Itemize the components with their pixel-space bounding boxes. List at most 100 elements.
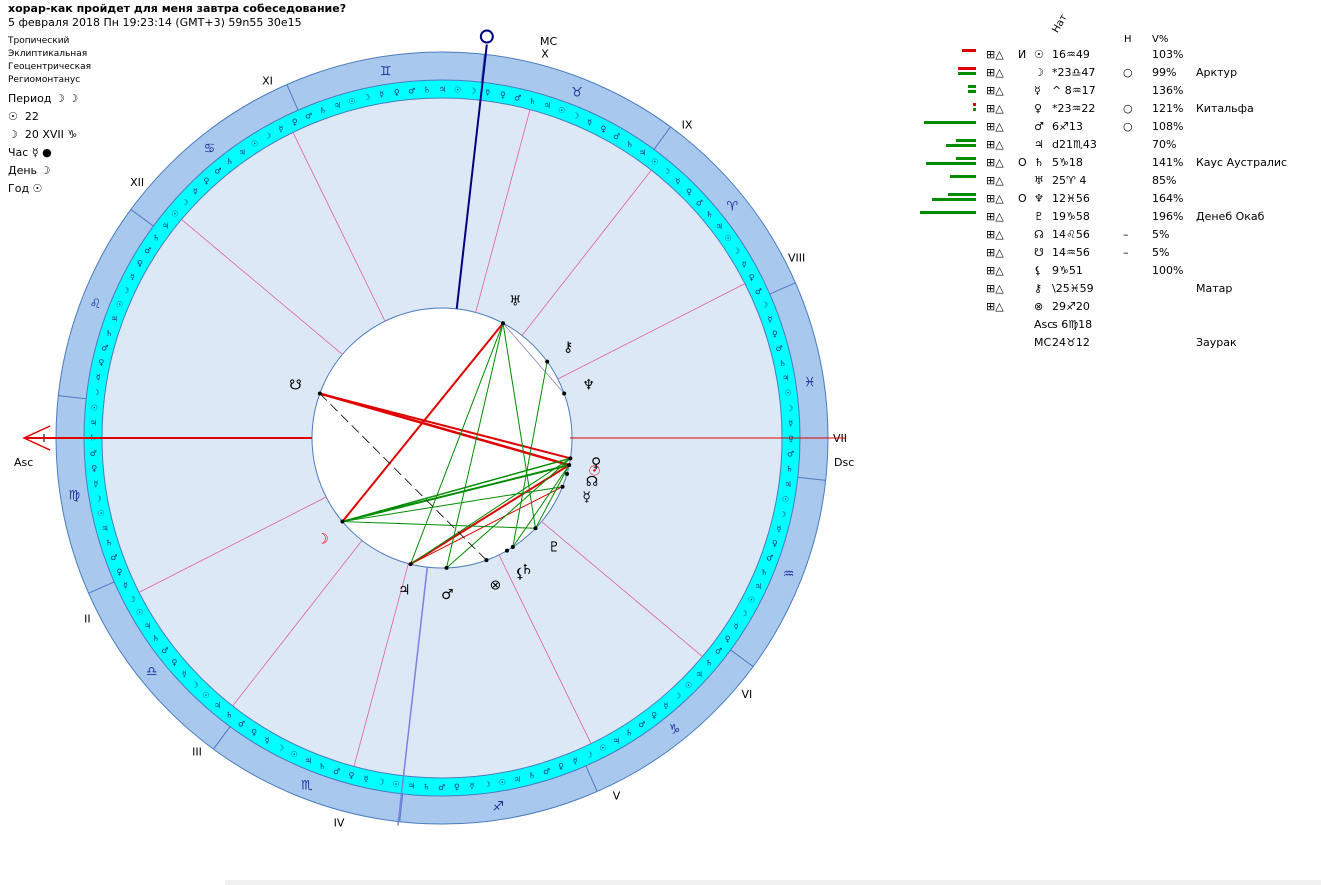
decan-glyph: ☿: [788, 419, 793, 428]
decan-glyph: ☿: [279, 124, 284, 133]
dignity-icons: ⊞△: [986, 264, 1004, 277]
strength-value: 5%: [1152, 228, 1170, 241]
planet-row: ⊞△ ♅ 25♈ 4 85%: [900, 172, 1320, 190]
decan-glyph: ♂: [144, 246, 151, 255]
decan-glyph: ☿: [664, 702, 669, 711]
dsc-label: Dsc: [834, 456, 854, 469]
decan-glyph: ☽: [586, 750, 593, 759]
decan-glyph: ♃: [334, 101, 341, 110]
planet-symbol: ♂: [1034, 120, 1044, 133]
planet-symbol: ♃: [1034, 138, 1044, 151]
strength-bar: [958, 67, 976, 70]
decan-glyph: ♂: [715, 647, 722, 656]
decan-glyph: ♃: [639, 148, 646, 157]
decan-glyph: ☽: [363, 93, 370, 102]
planet-glyph: ⚸: [515, 566, 525, 582]
decan-glyph: ♂: [776, 344, 783, 353]
decan-glyph: ☿: [742, 260, 747, 269]
decan-glyph: ♀: [454, 783, 460, 792]
decan-glyph: ♄: [423, 85, 430, 94]
planet-table: Нат H V% ⊞△ И ☉ 16♒49 103% ⊞△ ☽ *23♎47 ○ 99% Аркту…: [900, 13, 1320, 360]
sign-glyph: ♌: [90, 297, 102, 312]
decan-glyph: ☉: [782, 495, 789, 504]
strength-bar: [956, 139, 976, 142]
decan-glyph: ♄: [529, 97, 536, 106]
planet-glyph: ☽: [316, 531, 329, 547]
decan-glyph: ♄: [528, 771, 535, 780]
strength-value: 141%: [1152, 156, 1184, 169]
decan-glyph: ☉: [558, 106, 565, 115]
decan-glyph: ☉: [685, 681, 692, 690]
planet-position: 16♒49: [1052, 48, 1090, 61]
planet-symbol: ♄: [1034, 156, 1044, 169]
decan-glyph: ☉: [651, 157, 658, 166]
decan-glyph: ☽: [129, 595, 136, 604]
dignity-icons: ⊞△: [986, 210, 1004, 223]
decan-glyph: ♄: [706, 210, 713, 219]
planet-position: ^ 8♒17: [1052, 84, 1096, 97]
strength-value: 85%: [1152, 174, 1177, 187]
strength-value: 103%: [1152, 48, 1184, 61]
planet-point: [562, 391, 567, 396]
decan-glyph: ☽: [674, 692, 681, 701]
decan-glyph: ☉: [724, 234, 731, 243]
decan-glyph: ☽: [191, 681, 198, 690]
decan-glyph: ♃: [111, 314, 118, 323]
decan-glyph: ♃: [544, 101, 551, 110]
strength-value: 5%: [1152, 246, 1170, 259]
decan-glyph: ♂: [696, 198, 703, 207]
sign-glyph: ♉: [571, 85, 583, 100]
planet-position: s 6♍18: [1052, 318, 1093, 331]
house-number: VIII: [788, 251, 805, 264]
decan-glyph: ☉: [599, 744, 606, 753]
decan-glyph: ♂: [238, 720, 245, 729]
planet-glyph: ⊗: [489, 578, 501, 594]
planet-symbol: ☊: [1034, 228, 1044, 241]
planet-point: [317, 391, 322, 396]
fixed-star: Арктур: [1196, 66, 1238, 79]
decan-glyph: ☿: [364, 775, 369, 784]
house-header: H: [1124, 34, 1132, 45]
decan-glyph: ☿: [193, 187, 198, 196]
planet-position: 29♐20: [1052, 300, 1090, 313]
decan-glyph: ☉: [748, 595, 755, 604]
planet-glyph: ♆: [582, 378, 595, 394]
decan-glyph: ♀: [251, 728, 257, 737]
decan-glyph: ♂: [408, 86, 415, 95]
strength-value: 164%: [1152, 192, 1184, 205]
retro-flag: И: [1018, 48, 1027, 61]
decan-glyph: ♀: [91, 464, 97, 473]
planet-point: [501, 321, 506, 326]
planet-position: d21♏43: [1052, 138, 1097, 151]
planet-point: [564, 471, 569, 476]
house-marker: ○: [1123, 102, 1133, 115]
sign-glyph: ♐: [492, 800, 504, 815]
strength-bar: [920, 211, 976, 214]
decan-glyph: ♂: [161, 646, 168, 655]
strength-bar: [948, 193, 976, 196]
decan-glyph: ♄: [761, 568, 768, 577]
decan-glyph: ☽: [779, 510, 786, 519]
decan-glyph: ☽: [741, 609, 748, 618]
planet-row: ⊞△ ♇ 19♑58 196% Денеб Окаб: [900, 208, 1320, 226]
strength-value: 196%: [1152, 210, 1184, 223]
planet-symbol: ☋: [1034, 246, 1044, 259]
planet-glyph: ⚷: [563, 339, 573, 355]
planet-point: [533, 526, 538, 531]
decan-glyph: ♄: [626, 729, 633, 738]
planet-symbol: MC: [1034, 336, 1052, 349]
decan-glyph: ♂: [333, 767, 340, 776]
decan-glyph: ☿: [182, 670, 187, 679]
decan-glyph: ♀: [500, 90, 506, 99]
sign-glyph: ♎: [146, 665, 158, 680]
decan-glyph: ♂: [90, 449, 97, 458]
planet-symbol: ♆: [1034, 192, 1044, 205]
decan-glyph: ♂: [613, 132, 620, 141]
decan-glyph: ♂: [438, 783, 445, 792]
planet-symbol: ⚷: [1034, 282, 1043, 295]
house-number: X: [541, 48, 549, 61]
planet-point: [545, 359, 550, 364]
strength-header: V%: [1152, 34, 1169, 45]
decan-glyph: ♂: [305, 111, 312, 120]
decan-glyph: ♄: [626, 140, 633, 149]
